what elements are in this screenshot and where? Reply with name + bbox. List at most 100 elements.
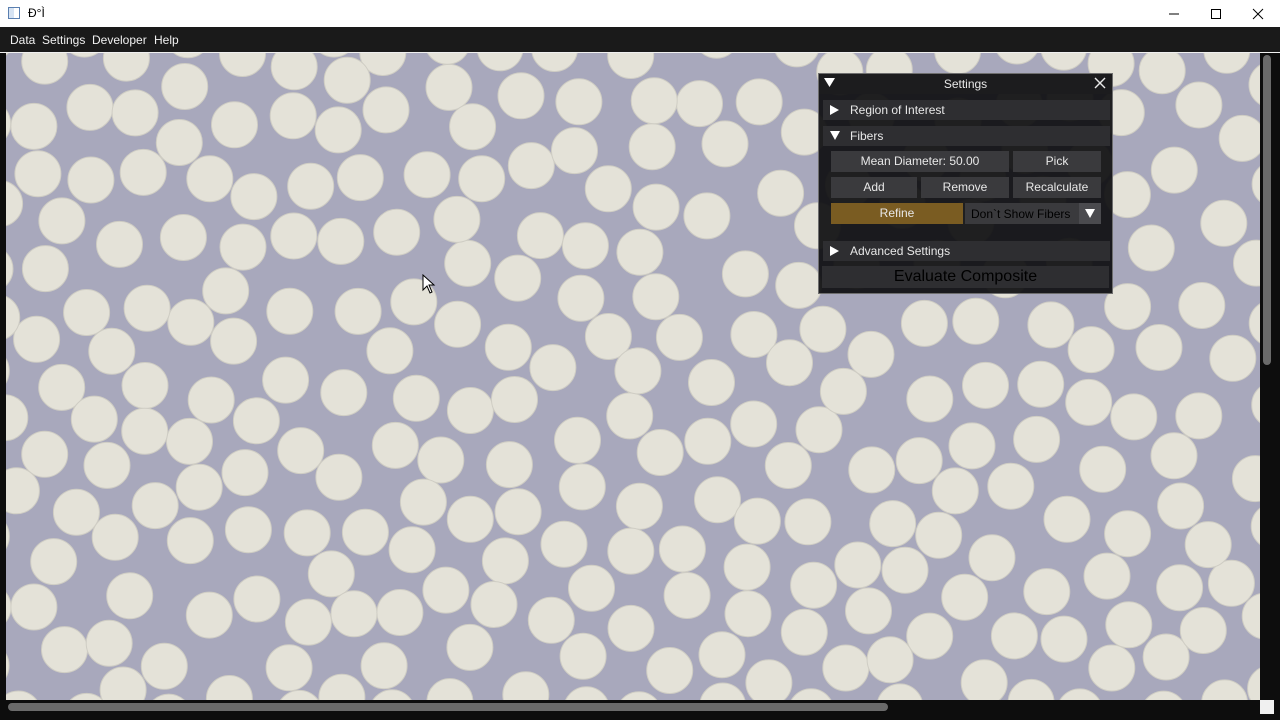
recalculate-button[interactable]: Recalculate	[1013, 177, 1101, 198]
settings-titlebar[interactable]: Settings	[819, 74, 1112, 94]
fiber-cross-section	[484, 323, 532, 371]
section-label: Advanced Settings	[850, 244, 951, 258]
fiber-cross-section	[551, 127, 598, 175]
fiber-cross-section	[1247, 667, 1260, 700]
fiber-cross-section	[6, 108, 12, 139]
pick-button[interactable]: Pick	[1013, 151, 1101, 172]
fiber-cross-section	[21, 53, 69, 85]
fiber-cross-section	[67, 156, 115, 204]
vertical-scroll-thumb[interactable]	[1263, 55, 1271, 365]
fiber-cross-section	[1023, 568, 1071, 616]
fiber-cross-section	[102, 53, 150, 82]
fiber-cross-section	[449, 103, 497, 151]
fiber-cross-section	[990, 612, 1038, 660]
fiber-cross-section	[284, 598, 332, 646]
fiber-cross-section	[106, 572, 154, 620]
fiber-cross-section	[1083, 552, 1131, 600]
fiber-cross-section	[866, 636, 914, 684]
fiber-cross-section	[481, 537, 529, 585]
fiber-cross-section	[485, 441, 533, 489]
fiber-cross-section	[658, 525, 706, 573]
fiber-cross-section	[701, 53, 732, 59]
viewport-border	[1274, 53, 1280, 714]
fiber-cross-section	[1233, 239, 1260, 287]
evaluate-composite-button[interactable]: Evaluate Composite	[822, 266, 1109, 288]
fiber-cross-section	[735, 78, 783, 126]
fiber-cross-section	[280, 689, 319, 700]
section-fibers[interactable]: Fibers	[823, 126, 1110, 146]
fiber-cross-section	[85, 619, 133, 667]
fiber-cross-section	[446, 387, 494, 434]
fiber-cross-section	[724, 590, 772, 638]
fiber-cross-section	[392, 374, 440, 422]
fiber-display-select[interactable]: Don`t Show Fibers	[965, 203, 1101, 224]
fiber-cross-section	[376, 589, 424, 636]
horizontal-scroll-thumb[interactable]	[8, 703, 888, 711]
fiber-cross-section	[663, 572, 711, 619]
menu-help[interactable]: Help	[154, 33, 179, 47]
fiber-cross-section	[70, 53, 99, 58]
fiber-cross-section	[676, 80, 723, 128]
fiber-cross-section	[320, 369, 368, 417]
fiber-cross-section	[341, 508, 389, 556]
fiber-cross-section	[962, 361, 1009, 409]
fiber-cross-section	[701, 120, 749, 168]
minimize-button[interactable]	[1153, 0, 1195, 27]
mouse-cursor-icon	[422, 274, 436, 294]
horizontal-scrollbar[interactable]	[6, 700, 1260, 714]
fiber-cross-section	[287, 162, 335, 210]
fiber-cross-section	[205, 675, 253, 700]
fiber-cross-section	[906, 375, 954, 423]
section-advanced-settings[interactable]: Advanced Settings	[823, 241, 1110, 261]
fiber-cross-section	[565, 686, 608, 700]
fiber-cross-section	[775, 261, 823, 309]
fiber-cross-section	[1201, 679, 1248, 700]
fiber-cross-section	[210, 317, 258, 365]
fiber-cross-section	[561, 222, 609, 270]
fiber-cross-section	[88, 327, 136, 375]
fiber-cross-section	[6, 394, 29, 442]
refine-button[interactable]: Refine	[831, 203, 963, 224]
menu-data[interactable]: Data	[10, 33, 35, 47]
fiber-cross-section	[960, 659, 1008, 700]
fiber-cross-section	[13, 315, 61, 363]
fiber-cross-section	[221, 449, 269, 497]
fiber-cross-section	[96, 220, 143, 268]
vertical-scrollbar[interactable]	[1260, 53, 1274, 700]
fiber-cross-section	[1027, 301, 1075, 349]
fiber-cross-section	[688, 359, 735, 406]
fiber-cross-section	[233, 575, 281, 623]
remove-button[interactable]: Remove	[921, 177, 1009, 198]
fiber-cross-section	[41, 626, 88, 674]
fiber-cross-section	[219, 53, 266, 77]
close-icon[interactable]	[1094, 77, 1106, 89]
mean-diameter-field[interactable]: Mean Diameter: 50.00	[831, 151, 1009, 172]
fiber-cross-section	[175, 463, 223, 511]
fiber-cross-section	[6, 251, 14, 287]
close-button[interactable]	[1237, 0, 1279, 27]
menu-settings[interactable]: Settings	[42, 33, 85, 47]
fiber-cross-section	[111, 89, 159, 137]
fiber-cross-section	[559, 632, 607, 680]
fiber-cross-section	[540, 520, 588, 568]
fiber-cross-section	[83, 441, 131, 489]
fiber-cross-section	[1013, 415, 1061, 463]
dropdown-button[interactable]	[1079, 203, 1101, 224]
fiber-cross-section	[655, 313, 703, 361]
fiber-cross-section	[906, 612, 954, 660]
fiber-cross-section	[372, 689, 412, 700]
menu-developer[interactable]: Developer	[92, 33, 147, 47]
fiber-cross-section	[694, 476, 741, 524]
maximize-button[interactable]	[1195, 0, 1237, 27]
fiber-display-value: Don`t Show Fibers	[971, 207, 1071, 221]
fiber-cross-section	[1138, 53, 1186, 95]
add-button[interactable]: Add	[831, 177, 917, 198]
fiber-cross-section	[1067, 326, 1115, 374]
section-region-of-interest[interactable]: Region of Interest	[823, 100, 1110, 120]
fiber-cross-section	[784, 498, 832, 546]
fiber-cross-section	[1248, 303, 1260, 344]
fiber-cross-section	[63, 289, 111, 336]
fiber-cross-section	[1088, 644, 1136, 692]
expand-triangle-icon	[830, 246, 839, 256]
fiber-cross-section	[847, 330, 895, 378]
